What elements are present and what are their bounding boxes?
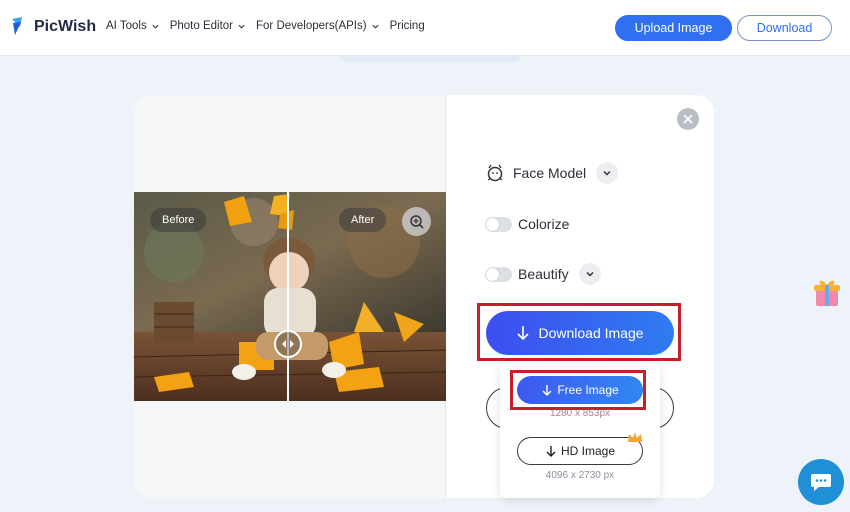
crown-icon bbox=[628, 432, 642, 442]
main-nav: AI Tools Photo Editor For Developers(API… bbox=[106, 20, 435, 32]
chevron-down-icon bbox=[603, 170, 611, 176]
beautify-dropdown[interactable] bbox=[578, 263, 601, 285]
chevron-down-icon bbox=[371, 24, 379, 29]
nav-label: Pricing bbox=[389, 20, 425, 32]
preview-pane: Before After bbox=[134, 95, 446, 498]
top-header: PicWish AI Tools Photo Editor For Develo… bbox=[0, 0, 850, 56]
face-model-dropdown[interactable] bbox=[596, 162, 619, 184]
drag-arrows-icon bbox=[282, 340, 294, 348]
chat-button[interactable] bbox=[798, 459, 844, 505]
hd-image-button[interactable]: HD Image bbox=[517, 437, 643, 465]
beautify-toggle[interactable] bbox=[485, 266, 512, 282]
highlight-frame bbox=[510, 370, 646, 410]
face-model-option[interactable]: Face Model bbox=[485, 162, 619, 184]
before-label: Before bbox=[150, 208, 207, 232]
close-button[interactable] bbox=[677, 108, 699, 130]
after-label: After bbox=[339, 208, 387, 232]
logo-icon bbox=[12, 17, 22, 35]
colorize-toggle[interactable] bbox=[485, 216, 512, 232]
hd-image-size: 4096 x 2730 px bbox=[545, 470, 615, 481]
chat-icon bbox=[811, 474, 831, 491]
upload-image-button[interactable]: Upload Image bbox=[615, 15, 732, 41]
download-arrow-icon bbox=[546, 445, 556, 457]
zoom-button[interactable] bbox=[402, 207, 431, 236]
beautify-label: Beautify bbox=[518, 266, 569, 282]
compare-divider bbox=[287, 192, 289, 401]
before-after-preview[interactable]: Before After bbox=[134, 192, 446, 401]
nav-developers[interactable]: For Developers(APIs) bbox=[256, 20, 380, 32]
nav-photo-editor[interactable]: Photo Editor bbox=[170, 20, 246, 32]
close-icon bbox=[683, 114, 693, 124]
chevron-down-icon bbox=[586, 271, 594, 277]
colorize-option: Colorize bbox=[485, 216, 569, 232]
chevron-down-icon bbox=[152, 24, 159, 29]
nav-label: For Developers(APIs) bbox=[256, 20, 367, 32]
chevron-down-icon bbox=[238, 24, 245, 29]
compare-handle[interactable] bbox=[274, 330, 302, 358]
face-model-icon bbox=[487, 164, 503, 182]
header-accent bbox=[340, 56, 520, 62]
nav-ai-tools[interactable]: AI Tools bbox=[106, 20, 160, 32]
beautify-option: Beautify bbox=[485, 263, 601, 285]
header-download-button[interactable]: Download bbox=[737, 15, 832, 41]
nav-label: AI Tools bbox=[106, 20, 147, 32]
zoom-in-icon bbox=[409, 214, 424, 229]
highlight-frame bbox=[477, 303, 681, 361]
gift-icon[interactable] bbox=[812, 276, 842, 308]
face-model-label: Face Model bbox=[513, 165, 587, 181]
nav-label: Photo Editor bbox=[169, 20, 233, 32]
hd-image-label: HD Image bbox=[560, 444, 616, 458]
brand-logo[interactable]: PicWish bbox=[9, 13, 96, 41]
brand-name: PicWish bbox=[34, 18, 97, 35]
colorize-label: Colorize bbox=[518, 216, 570, 232]
nav-pricing[interactable]: Pricing bbox=[390, 20, 425, 32]
